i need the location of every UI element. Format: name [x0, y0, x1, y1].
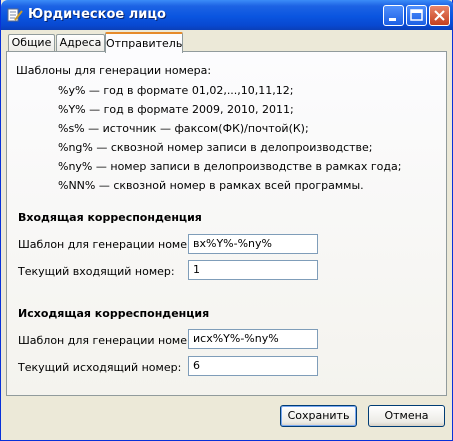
templates-heading: Шаблоны для генерации номера: [16, 64, 212, 77]
title-bar[interactable]: Юрдическое лицо [1, 0, 453, 30]
cancel-button[interactable]: Отмена [368, 405, 445, 427]
outgoing-current-input[interactable]: 6 [188, 356, 318, 376]
window-title: Юрдическое лицо [28, 7, 166, 22]
tab-general[interactable]: Общие [8, 34, 55, 51]
minimize-button[interactable] [383, 5, 404, 26]
tab-sender[interactable]: Отправитель [105, 32, 183, 53]
outgoing-current-label: Текущий исходящий номер: [18, 361, 182, 374]
template-help-line: %y% — год в формате 01,02,...,10,11,12; [58, 84, 294, 97]
tab-addresses[interactable]: Адреса [56, 34, 105, 51]
tab-panel-sender: Шаблоны для генерации номера: %y% — год … [6, 51, 447, 396]
close-icon [434, 10, 445, 21]
incoming-current-input[interactable]: 1 [188, 260, 318, 280]
save-button[interactable]: Сохранить [280, 405, 357, 427]
document-pen-icon [7, 8, 23, 22]
template-help-line: %Y% — год в формате 2009, 2010, 2011; [58, 103, 294, 116]
maximize-button[interactable] [406, 5, 427, 26]
incoming-section-title: Входящая корреспонденция [18, 211, 202, 224]
dialog-window: Юрдическое лицо Общие Адреса Отправитель… [0, 0, 453, 441]
incoming-current-label: Текущий входящий номер: [18, 265, 175, 278]
outgoing-template-input[interactable]: исх%Y%-%ny% [188, 329, 318, 349]
template-help-line: %ny% — номер записи в делопроизводстве в… [58, 160, 402, 173]
template-help-line: %NN% — сквозной номер в рамках всей прог… [58, 179, 364, 192]
outgoing-template-label: Шаблон для генерации номера: [18, 334, 205, 347]
template-help-line: %s% — источник — факсом(ФК)/почтой(К); [58, 122, 309, 135]
maximize-icon [410, 9, 423, 21]
incoming-template-input[interactable]: вх%Y%-%ny% [188, 234, 318, 254]
minimize-icon [389, 18, 396, 21]
incoming-template-label: Шаблон для генерации номера: [18, 238, 205, 251]
outgoing-section-title: Исходящая корреспонденция [18, 307, 210, 320]
template-help-line: %ng% — сквозной номер записи в делопроиз… [58, 141, 373, 154]
close-button[interactable] [429, 5, 450, 26]
